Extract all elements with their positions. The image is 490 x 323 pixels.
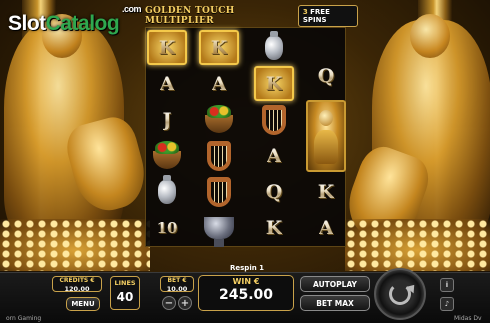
bet-max-button[interactable]: BET MAX (300, 295, 370, 311)
credits-display: CREDITS € 120.00 (52, 276, 102, 293)
free-spins-count: 3 (302, 8, 308, 16)
reel-grid: K A J 10 K A K A Q K Q K A (145, 27, 346, 247)
symbol-a: A (159, 72, 175, 95)
coin-pile-right (345, 219, 490, 271)
vase-icon (147, 174, 187, 209)
symbol-k-highlighted: K (199, 30, 239, 65)
menu-button[interactable]: MENU (66, 297, 100, 311)
info-icon[interactable]: i (440, 278, 454, 292)
coin-pile-left (0, 219, 150, 271)
credits-label: CREDITS € (59, 277, 95, 284)
lyre-icon (199, 138, 239, 173)
lines-display: LINES 40 (110, 276, 140, 310)
watermark-part1: Slot (8, 12, 46, 35)
lyre-icon (199, 174, 239, 209)
reel-1: K A J 10 (147, 28, 187, 248)
bowl-of-fruit-icon (199, 102, 239, 137)
reel-3: K A Q K (254, 28, 294, 248)
midas-wild-icon (306, 100, 346, 172)
slotcatalog-watermark: SlotCatalog .com (8, 4, 142, 36)
win-value: 245.00 (218, 287, 274, 303)
symbol-a: A (318, 216, 334, 239)
symbol-10: 10 (156, 218, 178, 237)
symbol-k-highlighted: K (147, 30, 187, 65)
chalice-icon (199, 210, 239, 247)
bet-display: BET € 10.00 (160, 276, 194, 293)
vase-icon (254, 30, 294, 65)
respin-status: Respin 1 (230, 264, 265, 272)
sound-icon[interactable]: ♪ (440, 297, 454, 311)
reel-2: K A (199, 28, 239, 248)
symbol-k: K (317, 180, 335, 203)
bowl-of-fruit-icon (147, 138, 187, 173)
free-spins-badge: 3 FREE SPINS (297, 5, 358, 27)
bet-decrease-button[interactable]: − (162, 296, 176, 310)
feature-title: GOLDEN TOUCH MULTIPLIER (145, 6, 235, 26)
symbol-k: K (265, 216, 283, 239)
lyre-icon (254, 102, 294, 137)
provider-footer: orn Gaming (6, 315, 42, 322)
bet-label: BET € (167, 277, 187, 284)
bet-increase-button[interactable]: + (178, 296, 192, 310)
credits-value: 120.00 (64, 285, 90, 293)
symbol-q: Q (265, 180, 283, 203)
watermark-part2: Catalog (45, 12, 120, 35)
lines-value: 40 (116, 290, 134, 304)
win-display: WIN € 245.00 (198, 275, 294, 311)
symbol-k-highlighted: K (254, 66, 294, 101)
spin-button[interactable] (374, 268, 426, 320)
game-header: GOLDEN TOUCH MULTIPLIER 3 FREE SPINS (145, 5, 358, 27)
symbol-a: A (266, 144, 282, 167)
symbol-q: Q (317, 64, 335, 87)
symbol-j: J (162, 108, 172, 131)
game-title-footer: Midas Dv (454, 315, 482, 322)
watermark-suffix: .com (122, 4, 142, 14)
win-label: WIN € (232, 277, 260, 286)
bet-value: 10.00 (166, 285, 188, 293)
symbol-a: A (211, 72, 227, 95)
autoplay-button[interactable]: AUTOPLAY (300, 276, 370, 292)
lines-label: LINES (114, 279, 136, 287)
reel-4: Q K A (306, 28, 346, 248)
